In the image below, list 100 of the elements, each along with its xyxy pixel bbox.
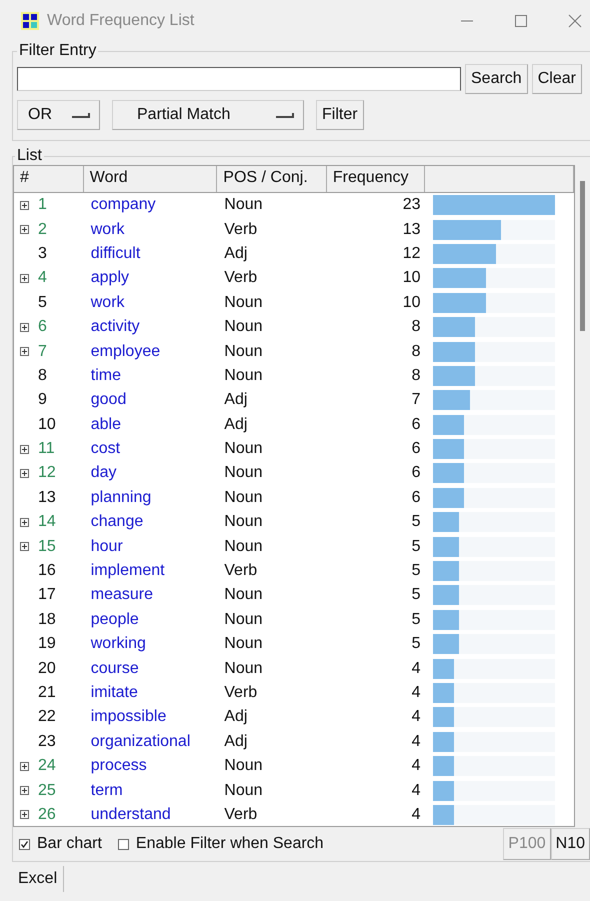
pos-text: Noun bbox=[224, 513, 263, 532]
expand-icon[interactable] bbox=[20, 444, 29, 454]
pos-text: Noun bbox=[224, 782, 263, 800]
word-link[interactable]: cost bbox=[90, 440, 120, 458]
match-menu-button[interactable]: Partial Match bbox=[112, 100, 304, 130]
pos-text: Noun bbox=[224, 318, 263, 336]
checkbox-label[interactable]: Enable Filter when Search bbox=[136, 835, 324, 853]
word-link[interactable]: apply bbox=[90, 269, 129, 288]
pos-text: Noun bbox=[224, 538, 263, 556]
rank-number: 25 bbox=[38, 782, 56, 800]
app-icon bbox=[21, 12, 39, 30]
frequency-value: 5 bbox=[412, 610, 421, 629]
rank-number: 2 bbox=[38, 220, 47, 239]
close-icon[interactable] bbox=[568, 14, 582, 28]
clear-button[interactable]: Clear bbox=[532, 64, 582, 94]
column-header[interactable]: # bbox=[14, 166, 84, 192]
frequency-value: 6 bbox=[412, 416, 421, 434]
group-title: Filter Entry bbox=[18, 42, 98, 60]
expand-icon[interactable] bbox=[20, 518, 29, 527]
checkbox-label[interactable]: Bar chart bbox=[37, 835, 102, 853]
word-link[interactable]: people bbox=[90, 610, 139, 629]
word-link[interactable]: understand bbox=[90, 806, 171, 824]
pos-text: Noun bbox=[224, 342, 263, 361]
expand-icon[interactable] bbox=[20, 810, 29, 820]
expand-icon[interactable] bbox=[20, 542, 29, 552]
pos-text: Verb bbox=[224, 684, 258, 702]
word-link[interactable]: activity bbox=[90, 318, 140, 336]
rank-number: 7 bbox=[38, 342, 47, 361]
word-link[interactable]: planning bbox=[90, 488, 152, 507]
rank-number: 19 bbox=[38, 635, 56, 654]
frequency-value: 8 bbox=[412, 342, 421, 361]
word-link[interactable]: implement bbox=[90, 562, 165, 580]
expand-icon[interactable] bbox=[20, 786, 29, 796]
word-link[interactable]: course bbox=[90, 660, 139, 678]
rank-number: 16 bbox=[38, 562, 56, 580]
rank-number: 9 bbox=[38, 391, 47, 410]
group-title: List bbox=[16, 147, 43, 165]
frequency-value: 8 bbox=[412, 366, 421, 385]
word-link[interactable]: change bbox=[90, 513, 144, 532]
rank-number: 11 bbox=[38, 440, 55, 458]
frequency-value: 6 bbox=[412, 464, 421, 482]
word-link[interactable]: organizational bbox=[90, 732, 190, 751]
expand-icon[interactable] bbox=[20, 225, 29, 234]
word-link[interactable]: working bbox=[90, 635, 146, 654]
word-link[interactable]: employee bbox=[90, 342, 160, 361]
pos-text: Noun bbox=[224, 366, 263, 385]
rank-number: 18 bbox=[38, 610, 56, 629]
expand-icon[interactable] bbox=[20, 347, 29, 356]
pos-text: Verb bbox=[224, 806, 258, 824]
expand-icon[interactable] bbox=[20, 322, 29, 332]
word-link[interactable]: able bbox=[90, 416, 121, 434]
frequency-value: 4 bbox=[412, 757, 421, 776]
word-link[interactable]: process bbox=[90, 757, 147, 776]
search-button[interactable]: Search bbox=[465, 64, 528, 94]
word-link[interactable]: imitate bbox=[90, 684, 138, 702]
rank-number: 22 bbox=[38, 708, 56, 726]
word-link[interactable]: hour bbox=[90, 538, 123, 556]
word-link[interactable]: term bbox=[90, 782, 123, 800]
frequency-value: 5 bbox=[412, 562, 421, 580]
filter-button[interactable]: Filter bbox=[316, 100, 364, 130]
word-link[interactable]: work bbox=[90, 220, 125, 239]
frequency-value: 4 bbox=[412, 708, 421, 726]
filter-input-field[interactable] bbox=[17, 67, 461, 91]
rank-number: 26 bbox=[38, 806, 56, 824]
word-link[interactable]: day bbox=[90, 464, 117, 482]
rank-number: 20 bbox=[38, 660, 56, 678]
pos-text: Noun bbox=[224, 196, 263, 214]
word-link[interactable]: difficult bbox=[90, 244, 140, 263]
logic-menu-button[interactable]: OR bbox=[17, 100, 100, 130]
checkbox[interactable] bbox=[118, 838, 129, 850]
column-header[interactable]: POS / Conj. bbox=[217, 166, 327, 192]
frequency-value: 5 bbox=[412, 513, 421, 532]
column-header[interactable]: Word bbox=[84, 166, 218, 192]
pos-text: Noun bbox=[224, 464, 263, 482]
column-header[interactable]: Frequency bbox=[326, 166, 425, 192]
rank-number: 12 bbox=[38, 464, 56, 482]
frequency-value: 7 bbox=[412, 391, 421, 410]
expand-icon[interactable] bbox=[20, 274, 29, 283]
rank-number: 13 bbox=[38, 488, 56, 507]
pos-text: Noun bbox=[224, 660, 263, 678]
pos-text: Noun bbox=[224, 440, 263, 458]
pos-text: Adj bbox=[224, 708, 248, 726]
word-link[interactable]: impossible bbox=[90, 708, 166, 726]
pos-text: Noun bbox=[224, 488, 263, 507]
checkbox[interactable] bbox=[19, 838, 30, 850]
next-page-button[interactable]: N10 bbox=[550, 828, 590, 860]
rank-number: 5 bbox=[38, 294, 47, 312]
rank-number: 15 bbox=[38, 538, 56, 556]
expand-icon[interactable] bbox=[20, 200, 29, 210]
word-link[interactable]: measure bbox=[90, 586, 153, 604]
expand-icon[interactable] bbox=[20, 468, 29, 478]
rank-number: 17 bbox=[38, 586, 56, 604]
word-link[interactable]: company bbox=[90, 196, 156, 214]
frequency-value: 23 bbox=[402, 196, 421, 214]
pos-text: Noun bbox=[224, 757, 263, 776]
word-link[interactable]: work bbox=[90, 294, 125, 312]
word-link[interactable]: time bbox=[90, 366, 121, 385]
word-link[interactable]: good bbox=[90, 391, 126, 410]
maximize-icon[interactable] bbox=[514, 14, 528, 28]
expand-icon[interactable] bbox=[20, 762, 29, 771]
